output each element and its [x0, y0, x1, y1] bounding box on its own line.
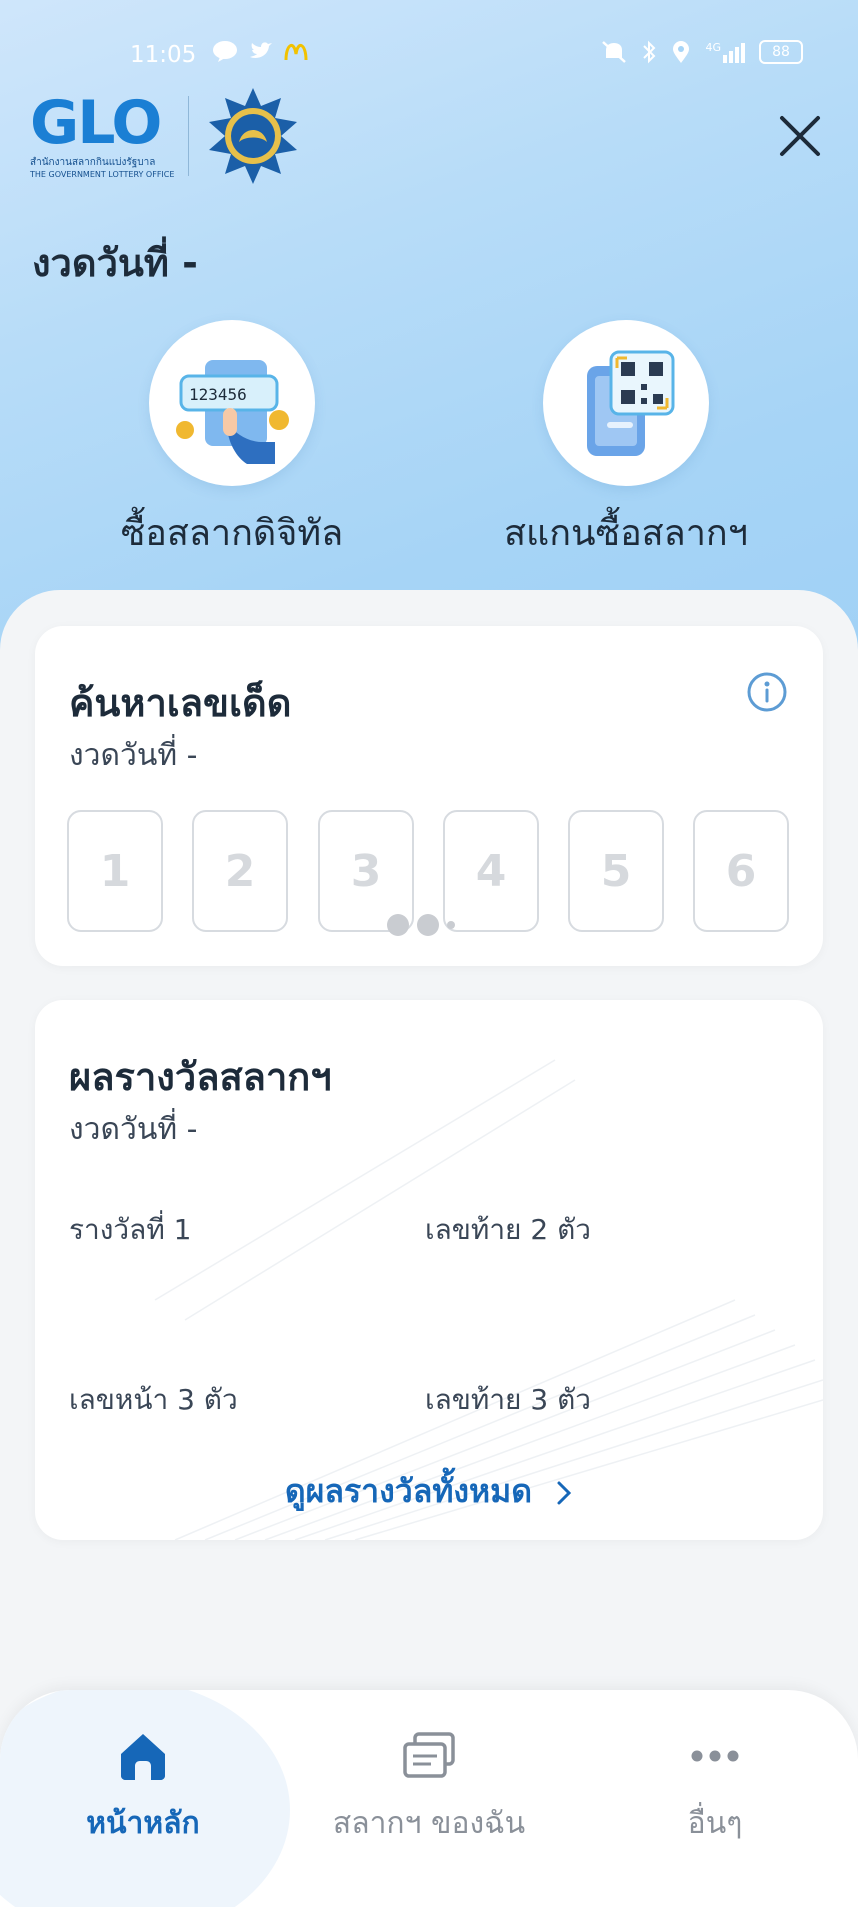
location-icon: [673, 41, 690, 63]
scan-buy-lottery-icon-circle: [543, 320, 709, 486]
tab-home[interactable]: หน้าหลัก: [0, 1730, 286, 1847]
twitter-icon: [250, 42, 272, 58]
digit-box-5[interactable]: 5: [568, 810, 664, 932]
digital-ticket-hand-icon: 123456: [176, 360, 289, 464]
notification-icons: [212, 40, 308, 62]
ticket-number: 123456: [189, 385, 247, 404]
pager-dot: [417, 914, 439, 936]
last-2-digits-label: เลขท้าย 2 ตัว: [425, 1213, 591, 1246]
battery-icon: 88: [759, 40, 803, 64]
digit-box-1[interactable]: 1: [67, 810, 163, 932]
tab-more-label: อื่นๆ: [687, 1806, 743, 1841]
pager-dot: [387, 914, 409, 936]
results-card-draw-date: งวดวันที่ -: [69, 1112, 198, 1147]
digit-box-6[interactable]: 6: [693, 810, 789, 932]
buy-digital-lottery-button[interactable]: 123456 ซื้อสลากดิจิทัล: [62, 320, 402, 561]
last-3-digits-label: เลขท้าย 3 ตัว: [425, 1383, 591, 1416]
lottery-results-card: ผลรางวัลสลากฯ งวดวันที่ - รางวัลที่ 1 เล…: [35, 1000, 823, 1540]
tab-my-lottery[interactable]: สลากฯ ของฉัน: [286, 1730, 572, 1847]
first-3-digits-label: เลขหน้า 3 ตัว: [69, 1383, 238, 1416]
draw-date-title: งวดวันที่ -: [32, 241, 198, 285]
mute-icon: [602, 41, 627, 63]
results-card-title: ผลรางวัลสลากฯ: [69, 1055, 332, 1099]
glo-wordmark: GLO สำนักงานสลากกินแบ่งรัฐบาล THE GOVERN…: [30, 93, 174, 179]
tab-more[interactable]: อื่นๆ: [572, 1730, 858, 1847]
digit-box-4[interactable]: 4: [443, 810, 539, 932]
scan-buy-lottery-button[interactable]: สแกนซื้อสลากฯ: [456, 320, 796, 561]
search-card-draw-date: งวดวันที่ -: [69, 738, 198, 773]
pager-dot: [447, 921, 455, 929]
logo-divider: [188, 96, 190, 176]
qr-scan-phone-icon: [587, 350, 675, 456]
signal-icon: 4G: [705, 41, 745, 63]
status-bar: 11:05 4G 88: [0, 36, 858, 76]
battery-level: 88: [772, 44, 790, 60]
tickets-icon: [403, 1732, 455, 1778]
see-all-results-label: ดูผลรางวัลทั้งหมด: [284, 1472, 533, 1510]
scan-buy-lottery-label: สแกนซื้อสลากฯ: [504, 513, 748, 554]
more-icon: [691, 1750, 739, 1762]
glo-subtitle-en: THE GOVERNMENT LOTTERY OFFICE: [30, 170, 175, 179]
buy-digital-lottery-icon-circle: 123456: [149, 320, 315, 486]
glo-subtitle-th: สำนักงานสลากกินแบ่งรัฐบาล: [30, 157, 156, 168]
system-icons: 4G 88: [601, 40, 803, 64]
search-card-title: ค้นหาเลขเด็ด: [69, 681, 292, 725]
status-time: 11:05: [130, 42, 197, 68]
info-icon[interactable]: [745, 670, 789, 714]
first-prize-label: รางวัลที่ 1: [69, 1213, 192, 1246]
chevron-right-icon: [557, 1481, 572, 1505]
glo-logo: GLO สำนักงานสลากกินแบ่งรัฐบาล THE GOVERN…: [30, 86, 303, 186]
lucky-number-search-card: ค้นหาเลขเด็ด งวดวันที่ - 1 2 3 4 5 6: [35, 626, 823, 966]
government-emblem-icon: [209, 88, 298, 184]
tab-home-label: หน้าหลัก: [86, 1806, 200, 1841]
digit-box-2[interactable]: 2: [192, 810, 288, 932]
pager-dots: [387, 914, 455, 936]
tab-my-lottery-label: สลากฯ ของฉัน: [332, 1806, 526, 1841]
close-icon[interactable]: [770, 106, 830, 166]
buy-digital-lottery-label: ซื้อสลากดิจิทัล: [120, 513, 344, 554]
line-app-icon: [213, 41, 237, 62]
bottom-tab-bar: หน้าหลัก สลากฯ ของฉัน อื่นๆ: [0, 1690, 858, 1907]
bluetooth-icon: [643, 40, 656, 64]
see-all-results-link[interactable]: ดูผลรางวัลทั้งหมด: [35, 1466, 823, 1517]
home-icon: [121, 1734, 165, 1780]
mcdonalds-icon: [284, 44, 308, 61]
network-type: 4G: [705, 41, 721, 54]
glo-logo-text: GLO: [30, 88, 162, 158]
